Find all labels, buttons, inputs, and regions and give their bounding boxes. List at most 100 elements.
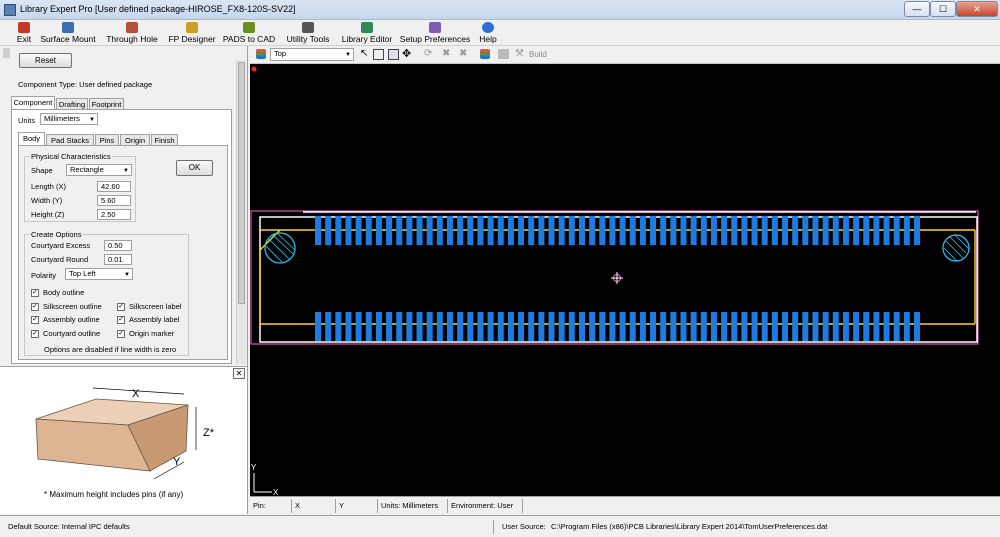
pad[interactable] — [842, 312, 849, 341]
menu-pads-to-cad[interactable]: PADS to CAD — [222, 21, 276, 45]
pad[interactable] — [457, 312, 464, 341]
pad[interactable] — [792, 312, 799, 341]
polarity-select[interactable]: Top Left ▼ — [65, 268, 133, 280]
pad[interactable] — [782, 216, 789, 245]
pad[interactable] — [914, 312, 920, 341]
pad[interactable] — [731, 312, 738, 341]
pad[interactable] — [375, 312, 382, 341]
pad[interactable] — [568, 312, 575, 341]
courtyard-round-input[interactable]: 0.01 — [104, 254, 132, 265]
assembly-label-checkbox[interactable]: ✓ — [117, 316, 125, 324]
pad[interactable] — [528, 312, 535, 341]
pad[interactable] — [863, 216, 870, 245]
pad[interactable] — [639, 216, 646, 245]
shape-select[interactable]: Rectangle ▼ — [66, 164, 132, 176]
pad[interactable] — [538, 312, 545, 341]
pad[interactable] — [802, 312, 809, 341]
pad[interactable] — [721, 312, 728, 341]
pad[interactable] — [386, 216, 393, 245]
pad[interactable] — [416, 312, 423, 341]
pad[interactable] — [741, 312, 748, 341]
pad[interactable] — [710, 312, 717, 341]
pad[interactable] — [345, 312, 352, 341]
delete-all-icon[interactable]: ✖ — [459, 48, 467, 59]
pad[interactable] — [558, 312, 565, 341]
menu-utility-tools[interactable]: Utility Tools — [283, 21, 333, 45]
pad[interactable] — [771, 216, 778, 245]
pad[interactable] — [873, 216, 880, 245]
pad[interactable] — [497, 216, 504, 245]
pad[interactable] — [802, 216, 809, 245]
pad[interactable] — [477, 312, 484, 341]
pad[interactable] — [761, 216, 768, 245]
pad[interactable] — [548, 312, 555, 341]
pad[interactable] — [477, 216, 484, 245]
pad[interactable] — [609, 312, 616, 341]
pad[interactable] — [365, 216, 372, 245]
refresh-icon[interactable]: ⟳ — [424, 48, 432, 59]
pad[interactable] — [426, 312, 433, 341]
origin-marker-checkbox[interactable]: ✓ — [117, 330, 125, 338]
pad[interactable] — [345, 216, 352, 245]
pad[interactable] — [731, 216, 738, 245]
pad[interactable] — [325, 312, 332, 341]
pad[interactable] — [365, 312, 372, 341]
pad[interactable] — [639, 312, 646, 341]
pad[interactable] — [436, 216, 443, 245]
pad[interactable] — [497, 312, 504, 341]
pad[interactable] — [721, 216, 728, 245]
pad[interactable] — [355, 216, 362, 245]
pad[interactable] — [903, 312, 910, 341]
pad[interactable] — [832, 216, 839, 245]
select-arrow-icon[interactable]: ↖ — [360, 48, 368, 59]
pad[interactable] — [335, 216, 342, 245]
pad[interactable] — [903, 216, 910, 245]
maximize-button[interactable]: ☐ — [930, 1, 956, 17]
tab-body[interactable]: Body — [18, 132, 45, 146]
layer-select[interactable]: Top ▼ — [270, 48, 354, 61]
pad[interactable] — [883, 216, 890, 245]
pad[interactable] — [538, 216, 545, 245]
layers-icon[interactable] — [480, 49, 490, 59]
menu-exit[interactable]: Exit — [12, 21, 36, 45]
pad[interactable] — [893, 216, 900, 245]
zoom-extents-icon[interactable] — [373, 49, 384, 60]
pad[interactable] — [822, 312, 829, 341]
pad[interactable] — [619, 312, 626, 341]
pad[interactable] — [518, 216, 525, 245]
pad[interactable] — [822, 216, 829, 245]
pad[interactable] — [771, 312, 778, 341]
length-input[interactable]: 42.60 — [97, 181, 131, 192]
pad[interactable] — [650, 312, 657, 341]
menu-setup-preferences[interactable]: Setup Preferences — [399, 21, 471, 45]
pad[interactable] — [386, 312, 393, 341]
pad[interactable] — [446, 312, 453, 341]
pad[interactable] — [589, 216, 596, 245]
zoom-window-icon[interactable] — [388, 49, 399, 60]
pad[interactable] — [599, 312, 606, 341]
pad[interactable] — [741, 216, 748, 245]
assembly-outline-checkbox[interactable]: ✓ — [31, 316, 39, 324]
reset-button[interactable]: Reset — [19, 53, 72, 68]
pad[interactable] — [315, 216, 321, 245]
silkscreen-outline-checkbox[interactable]: ✓ — [31, 303, 39, 311]
pad[interactable] — [842, 216, 849, 245]
pad[interactable] — [589, 312, 596, 341]
courtyard-outline-checkbox[interactable]: ✓ — [31, 330, 39, 338]
delete-icon[interactable]: ✖ — [442, 48, 450, 59]
pad[interactable] — [558, 216, 565, 245]
pad[interactable] — [457, 216, 464, 245]
pad[interactable] — [873, 312, 880, 341]
pad[interactable] — [863, 312, 870, 341]
pad[interactable] — [467, 216, 474, 245]
menu-surface-mount[interactable]: Surface Mount — [38, 21, 98, 45]
ok-button[interactable]: OK — [176, 160, 213, 176]
menu-through-hole[interactable]: Through Hole — [103, 21, 161, 45]
pad[interactable] — [832, 312, 839, 341]
height-input[interactable]: 2.50 — [97, 209, 131, 220]
pad[interactable] — [700, 312, 707, 341]
pad[interactable] — [315, 312, 321, 341]
pad[interactable] — [853, 312, 860, 341]
pad[interactable] — [761, 312, 768, 341]
pad[interactable] — [700, 216, 707, 245]
